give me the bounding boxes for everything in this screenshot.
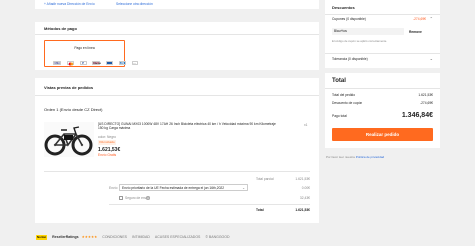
chevron-down-icon: ⌄ <box>242 185 245 190</box>
order-total-value: 1.621,53€ <box>418 93 433 97</box>
payment-title: Métodos de pago <box>44 26 77 31</box>
envio-select-value: Envío prioritario de la UE Fecha estimad… <box>122 186 225 191</box>
insurance-value: 32,43€ <box>299 196 310 200</box>
payment-total-value: 1.346,84€ <box>401 112 433 119</box>
subtotal-value: 1.621,53€ <box>295 177 310 181</box>
info-icon[interactable]: ? <box>146 196 150 200</box>
chevron-down-icon[interactable]: ⌄ <box>430 56 433 61</box>
order-total-value: 1.621,53€ <box>295 208 310 212</box>
klarna-icon: Klarna <box>92 60 101 66</box>
shipping-note: Envío Gratis <box>98 153 117 157</box>
more-icon: ··· <box>131 60 138 66</box>
address-card: + Añadir nueva Dirección de Envío Selecc… <box>35 0 319 9</box>
amex-icon: AM <box>118 60 126 66</box>
payment-total-label: Pago total <box>332 114 347 118</box>
norton-logo: Norton <box>36 235 48 240</box>
coupon-discount-value: -274,69€ <box>419 101 433 105</box>
order-header: Orden 1 (Envío desde CZ Direct) <box>44 107 103 112</box>
coupon-code: Blau+tos <box>334 29 347 34</box>
paypal-icon: P <box>79 60 87 66</box>
chevron-up-icon[interactable]: ⌃ <box>430 16 433 21</box>
orders-title: Vistas previas de pedidos <box>44 85 94 90</box>
total-title: Total <box>332 78 346 84</box>
payment-icons: VISA P Klarna AM ··· <box>53 54 139 72</box>
tolerancia-label[interactable]: Tolerancia (0 disponible) <box>332 57 368 61</box>
product-color: color: Negro <box>98 135 116 139</box>
envio-select[interactable]: Envío prioritario de la UE Fecha estimad… <box>119 184 248 191</box>
payment-option-label: Pago en línea <box>74 46 95 50</box>
orders-card: Vistas previas de pedidos Orden 1 (Envío… <box>35 78 319 223</box>
coupons-value: -274,69€ <box>412 17 426 21</box>
subtotal-label: Total parcial <box>256 177 274 181</box>
product-qty: x1 <box>304 123 308 127</box>
coupon-input[interactable]: Blau+tos <box>332 28 404 35</box>
footer-link-acuses[interactable]: ACUSES ESPECIALIZADOS <box>155 235 201 239</box>
bank-icon <box>106 60 113 66</box>
footer-copyright: © BANGGOOD <box>205 235 230 240</box>
total-card: Total Total del pedido 1.621,53€ Descuen… <box>325 73 440 148</box>
vat-badge: IVA incluido <box>98 140 116 145</box>
product-title[interactable]: [US DIRECTO] GUNAI MX03 1000W 48V 17AH 2… <box>98 122 278 130</box>
coupons-label[interactable]: Cupones (0 disponible) <box>332 17 366 21</box>
terms-text: Por favor leer nuestra Política de priva… <box>326 155 384 159</box>
product-image[interactable] <box>44 122 94 157</box>
payment-option-online[interactable]: Pago en línea VISA P Klarna AM ··· <box>44 40 138 67</box>
place-order-label: Realizar pedido <box>365 132 400 137</box>
reseller-ratings-logo: ResellerRatings <box>52 235 79 240</box>
terms-prefix: Por favor leer nuestra <box>326 155 355 159</box>
discounts-card: Descuentos Cupones (0 disponible) -274,6… <box>325 0 440 68</box>
payment-card: Métodos de pago Pago en línea VISA P Kla… <box>35 22 319 70</box>
insurance-checkbox[interactable] <box>119 196 123 200</box>
envio-label: Envío <box>109 186 118 190</box>
mastercard-icon <box>66 60 74 66</box>
footer-link-condiciones[interactable]: CONDICIONES <box>102 235 127 239</box>
coupon-discount-label: Descuento de cupón <box>332 101 363 105</box>
place-order-button[interactable]: Realizar pedido <box>332 128 433 141</box>
visa-icon: VISA <box>53 60 61 66</box>
order-total-label: Total del pedido <box>332 93 356 97</box>
envio-value: 0.00€ <box>301 186 310 190</box>
footer-link-intimidad[interactable]: INTIMIDAD <box>132 235 150 239</box>
footer: Norton ResellerRatings ★★★★★ CONDICIONES… <box>36 235 230 240</box>
select-address-link[interactable]: Seleccione otra dirección <box>116 2 153 6</box>
coupon-note: El código de cupón se aplicó correctamen… <box>332 39 388 43</box>
discounts-title: Descuentos <box>332 5 355 10</box>
remove-coupon-button[interactable]: Remove <box>409 30 422 34</box>
order-total-label: Total <box>256 208 264 212</box>
rating-stars-icon: ★★★★★ <box>81 235 98 240</box>
privacy-policy-link[interactable]: Política de privacidad <box>356 155 385 159</box>
add-address-link[interactable]: + Añadir nueva Dirección de Envío <box>44 2 95 6</box>
